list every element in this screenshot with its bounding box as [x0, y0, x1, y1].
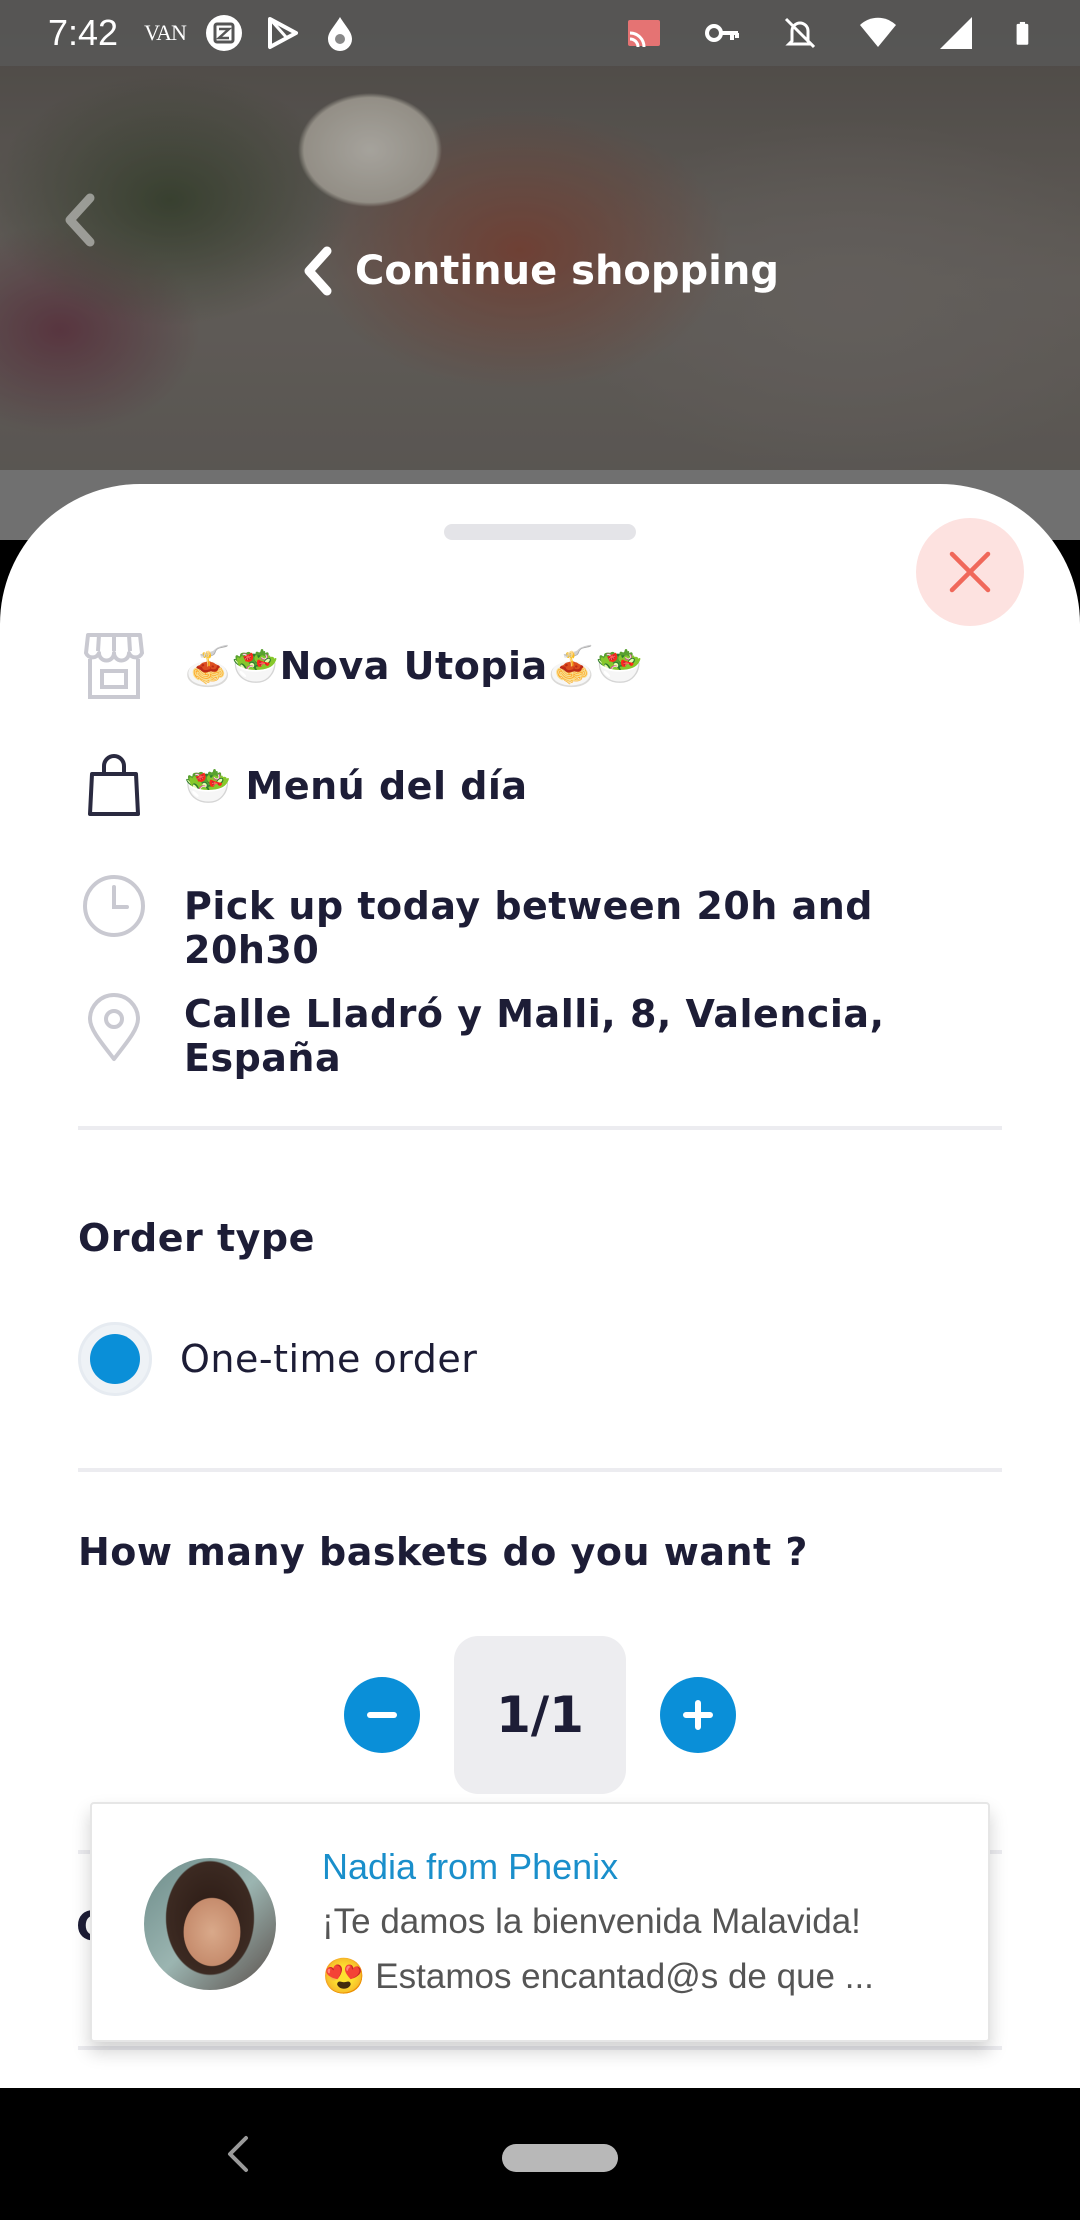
pickup-time: Pick up today between 20h and 20h30: [184, 884, 873, 972]
close-button[interactable]: [916, 518, 1024, 626]
sheet-drag-handle[interactable]: [444, 524, 636, 540]
decrement-button[interactable]: [344, 1677, 420, 1753]
signal-icon: [940, 17, 972, 49]
divider: [78, 1126, 1002, 1130]
plus-icon: [683, 1700, 713, 1730]
divider: [78, 1468, 1002, 1472]
order-type-title: Order type: [78, 1216, 315, 1260]
basket-row: 🥗 Menú del día: [78, 750, 1020, 822]
nav-home-pill[interactable]: [502, 2144, 618, 2172]
continue-shopping-button[interactable]: Continue shopping: [0, 245, 1080, 297]
chevron-left-icon: [304, 246, 332, 296]
store-row: 🍝🥗Nova Utopia🍝🥗: [78, 630, 1020, 702]
one-time-order-label: One-time order: [180, 1337, 478, 1381]
drop-icon: [327, 17, 352, 51]
chat-sender: Nadia from Phenix: [322, 1846, 619, 1887]
product-hero-image: Continue shopping: [0, 0, 1080, 470]
quantity-value: 1/1: [454, 1636, 626, 1794]
basket-name: 🥗 Menú del día: [184, 764, 528, 808]
location-pin-icon: [88, 993, 140, 1061]
chat-message-popup[interactable]: Nadia from Phenix ¡Te damos la bienvenid…: [90, 1802, 990, 2042]
shopping-bag-icon: [88, 754, 140, 816]
address-line-1: Calle Lladró y Malli, 8, Valencia,: [184, 992, 885, 1036]
one-time-order-option[interactable]: One-time order: [78, 1322, 477, 1396]
system-nav-bar: [0, 2088, 1080, 2220]
store-icon: [84, 633, 144, 699]
vpn-key-icon: [705, 24, 739, 42]
address-row: Calle Lladró y Malli, 8, Valencia, Españ…: [78, 992, 1020, 1080]
wifi-icon: [860, 17, 896, 47]
nav-back-icon[interactable]: [224, 2130, 252, 2178]
avatar: [144, 1858, 276, 1990]
divider: [78, 2046, 1002, 2050]
store-name: 🍝🥗Nova Utopia🍝🥗: [184, 644, 644, 688]
baskets-title: How many baskets do you want ?: [78, 1530, 808, 1574]
pickup-address: Calle Lladró y Malli, 8, Valencia, Españ…: [184, 992, 885, 1080]
quantity-stepper: 1/1: [344, 1636, 736, 1794]
pickup-row: Pick up today between 20h and 20h30: [78, 870, 1020, 972]
address-line-2: España: [184, 1036, 342, 1080]
minus-icon: [367, 1712, 397, 1718]
increment-button[interactable]: [660, 1677, 736, 1753]
z-icon: [205, 15, 242, 51]
battery-icon: [1016, 21, 1029, 45]
chat-message-line-2: 😍 Estamos encantad@s de que ...: [322, 1957, 874, 1996]
back-chevron-icon[interactable]: [60, 190, 100, 250]
bell-off-icon: [784, 17, 816, 49]
chat-message-line-1: ¡Te damos la bienvenida Malavida!: [322, 1902, 861, 1941]
continue-shopping-label: Continue shopping: [354, 248, 779, 294]
status-carrier: VAN: [144, 20, 187, 45]
radio-selected-dot: [90, 1334, 140, 1384]
status-bar: 7:42 VAN: [0, 0, 1080, 66]
status-time: 7:42: [48, 12, 119, 53]
cast-icon: [628, 20, 660, 48]
close-icon: [949, 551, 991, 593]
radio-button[interactable]: [78, 1322, 152, 1396]
play-store-icon: [267, 17, 298, 49]
clock-icon: [83, 875, 145, 937]
